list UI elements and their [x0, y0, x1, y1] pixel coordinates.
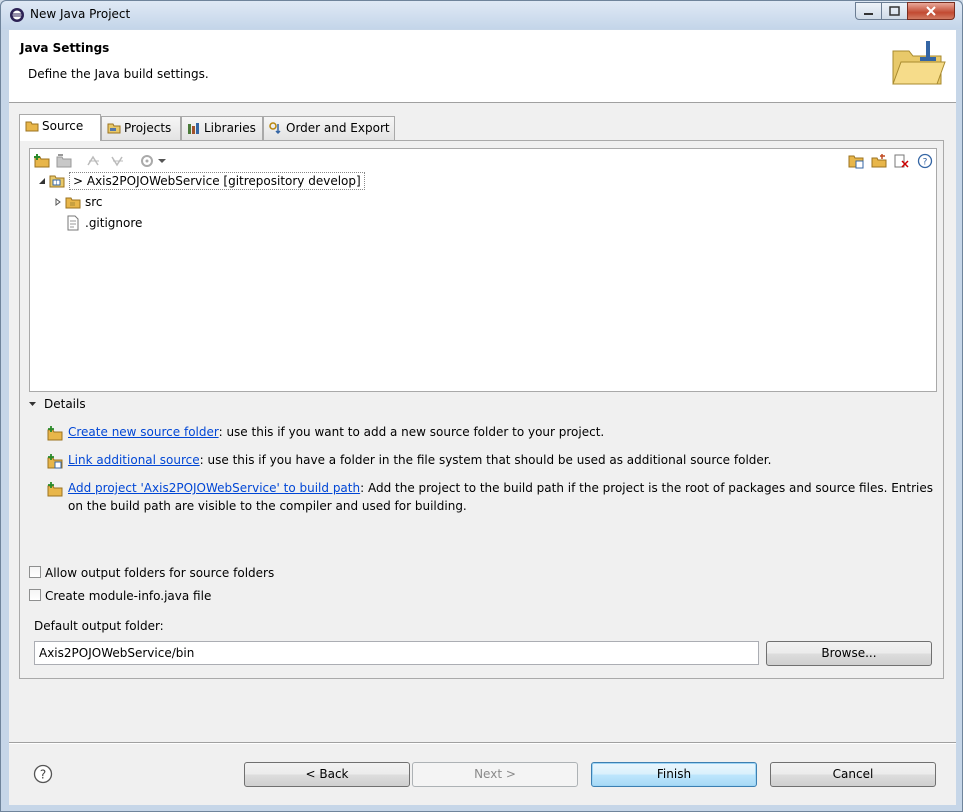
svg-text:?: ?: [923, 158, 928, 168]
next-button[interactable]: Next >: [412, 762, 578, 787]
button-bar-separator: [9, 742, 956, 744]
add-folder-icon[interactable]: [33, 153, 51, 169]
file-icon: [67, 215, 79, 231]
configure-icon[interactable]: [139, 153, 157, 169]
move-up-icon[interactable]: [85, 153, 103, 169]
dialog-window: New Java Project Java Settings Define th…: [0, 0, 963, 812]
output-folder-input[interactable]: [34, 641, 759, 665]
tree-item-label: .gitignore: [85, 216, 143, 230]
browse-button[interactable]: Browse...: [766, 641, 932, 666]
remove-icon[interactable]: [893, 153, 911, 169]
detail-text: : use this if you have a folder in the f…: [199, 453, 772, 467]
link-additional-source-link[interactable]: Link additional source: [68, 453, 200, 467]
collapsed-arrow-icon[interactable]: [54, 198, 62, 206]
new-source-folder-icon: [47, 426, 63, 441]
checkbox-box[interactable]: [29, 589, 41, 601]
tab-label: Order and Export: [286, 121, 390, 135]
maximize-button[interactable]: [881, 2, 908, 20]
tab-label: Projects: [124, 121, 172, 135]
svg-text:J: J: [55, 181, 57, 187]
project-label: > Axis2POJOWebService [gitrepository dev…: [69, 172, 365, 190]
expand-all-icon[interactable]: [847, 153, 865, 169]
chevron-down-icon[interactable]: [29, 400, 37, 408]
package-folder-icon: [65, 197, 81, 209]
output-folder-label: Default output folder:: [34, 619, 164, 633]
link-source-icon: [47, 454, 63, 469]
checkbox-box[interactable]: [29, 566, 41, 578]
add-package-icon[interactable]: [870, 153, 888, 169]
help-icon[interactable]: ?: [916, 153, 934, 169]
tree-item-label: src: [85, 195, 103, 209]
create-source-folder-link[interactable]: Create new source folder: [68, 425, 219, 439]
java-project-icon: J: [49, 175, 65, 188]
dialog-body: Java Settings Define the Java build sett…: [9, 30, 956, 805]
link-folder-icon[interactable]: [55, 153, 73, 169]
minimize-button[interactable]: [855, 2, 882, 20]
eclipse-icon: [10, 8, 24, 22]
new-java-project-banner-icon: [892, 41, 946, 85]
projects-icon: [107, 123, 121, 134]
add-project-to-build-path-link[interactable]: Add project 'Axis2POJOWebService' to bui…: [68, 481, 360, 495]
chevron-down-icon[interactable]: [156, 153, 168, 169]
back-button[interactable]: < Back: [244, 762, 410, 787]
tab-projects[interactable]: Projects: [101, 116, 181, 140]
source-folder-icon: [25, 121, 39, 132]
checkbox-label: Allow output folders for source folders: [45, 566, 275, 580]
page-title: Java Settings: [20, 41, 110, 55]
order-export-icon: [269, 122, 281, 135]
libraries-icon: [188, 123, 199, 134]
tab-libraries[interactable]: Libraries: [181, 116, 263, 140]
close-button[interactable]: [907, 2, 955, 20]
title-bar[interactable]: New Java Project: [1, 1, 962, 29]
svg-text:?: ?: [40, 768, 46, 782]
wizard-header: Java Settings Define the Java build sett…: [9, 30, 956, 103]
tab-source[interactable]: Source: [19, 114, 101, 141]
details-label: Details: [44, 397, 86, 411]
source-tab-panel: ? J > Axis2POJOWebService [gitrepository…: [19, 140, 944, 679]
source-tree-view[interactable]: ? J > Axis2POJOWebService [gitrepository…: [29, 148, 937, 392]
detail-text: : use this if you want to add a new sour…: [218, 425, 605, 439]
tab-order-and-export[interactable]: Order and Export: [263, 116, 395, 140]
expanded-arrow-icon[interactable]: [38, 177, 46, 185]
checkbox-label: Create module-info.java file: [45, 589, 212, 603]
help-icon[interactable]: ?: [33, 764, 53, 784]
add-project-icon: [47, 482, 63, 497]
finish-button[interactable]: Finish: [591, 762, 757, 787]
window-title: New Java Project: [30, 7, 131, 21]
cancel-button[interactable]: Cancel: [770, 762, 936, 787]
move-down-icon[interactable]: [109, 153, 127, 169]
page-description: Define the Java build settings.: [28, 67, 209, 81]
tab-label: Libraries: [204, 121, 256, 135]
tab-label: Source: [42, 119, 84, 133]
